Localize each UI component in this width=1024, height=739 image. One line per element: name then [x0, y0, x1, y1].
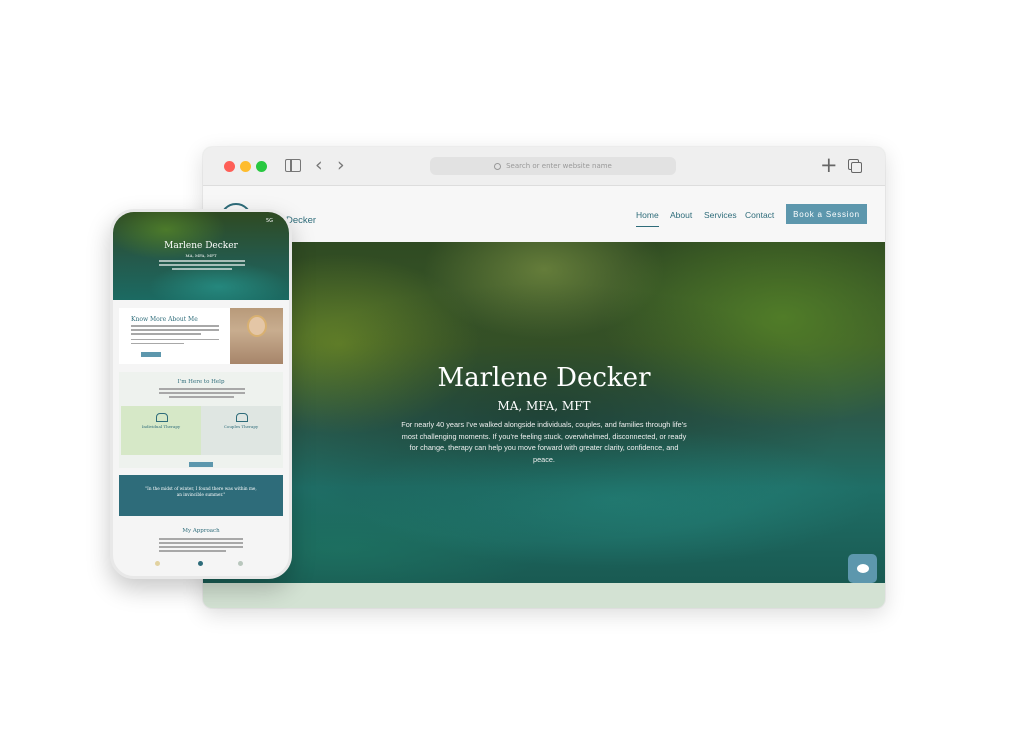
nav-contact[interactable]: Contact — [745, 210, 774, 220]
hero-description: For nearly 40 years I've walked alongsid… — [401, 420, 687, 464]
nav-about[interactable]: About — [670, 210, 692, 220]
therapist-portrait — [247, 315, 267, 337]
mobile-about-title: Know More About Me — [131, 316, 198, 323]
mobile-nav-dot-2[interactable] — [198, 561, 203, 566]
address-placeholder: Search or enter website name — [506, 162, 612, 170]
mobile-services-button[interactable] — [189, 462, 213, 467]
book-session-button[interactable]: Book a Session — [786, 204, 867, 224]
mobile-about-button[interactable] — [141, 352, 161, 357]
minimize-window-button[interactable] — [240, 161, 251, 172]
mobile-hero-credentials: MA, MFA, MFT — [185, 253, 217, 258]
nav-services[interactable]: Services — [704, 210, 737, 220]
nav-home[interactable]: Home — [636, 210, 659, 227]
mobile-approach-title: My Approach — [182, 528, 220, 534]
mobile-nav-dot-1[interactable] — [155, 561, 160, 566]
individual-therapy-icon — [156, 413, 168, 422]
mobile-help-title: I'm Here to Help — [177, 379, 225, 385]
mobile-approach-text — [159, 538, 243, 554]
search-icon — [494, 162, 502, 170]
mobile-phone-preview: 5G Marlene Decker MA, MFA, MFT Know More… — [110, 209, 292, 579]
mobile-about-text — [131, 325, 219, 347]
maximize-window-button[interactable] — [256, 161, 267, 172]
mobile-hero-title: Marlene Decker — [164, 241, 238, 251]
forward-icon[interactable]: › — [337, 154, 345, 176]
hero-title: Marlene Decker — [437, 363, 651, 393]
mobile-hero-text — [159, 260, 245, 272]
back-icon[interactable]: ‹ — [315, 154, 323, 176]
mobile-help-text — [159, 388, 245, 400]
address-bar[interactable]: Search or enter website name — [430, 157, 676, 175]
browser-toolbar: ‹ › Search or enter website name + — [203, 147, 885, 186]
new-tab-icon[interactable]: + — [820, 153, 838, 177]
mobile-nav-dot-3[interactable] — [238, 561, 243, 566]
hero-section: Marlene Decker MA, MFA, MFT For nearly 4… — [203, 242, 885, 583]
desktop-browser-window: ‹ › Search or enter website name + Decke… — [203, 147, 885, 608]
couples-therapy-title: Couples Therapy — [223, 424, 259, 429]
couples-therapy-icon — [236, 413, 248, 422]
sidebar-toggle-icon[interactable] — [285, 159, 301, 172]
mobile-status-bar: 5G — [265, 218, 273, 224]
close-window-button[interactable] — [224, 161, 235, 172]
chat-icon — [856, 564, 869, 573]
tab-overview-icon[interactable] — [848, 159, 862, 173]
individual-therapy-title: Individual Therapy — [141, 424, 181, 429]
site-header: Decker Home About Services Contact Book … — [203, 186, 885, 242]
hero-credentials: MA, MFA, MFT — [497, 399, 591, 413]
mobile-quote-text: "In the midst of winter, I found there w… — [145, 486, 257, 497]
chat-button[interactable] — [848, 554, 877, 583]
